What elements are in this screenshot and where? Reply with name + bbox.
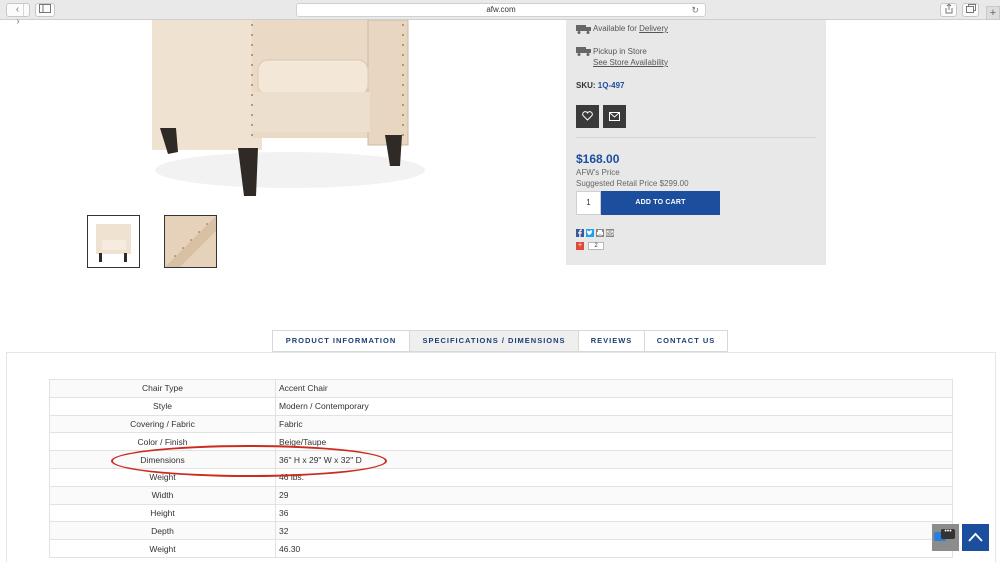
store-pickup-icon [576,47,591,56]
tabs-icon [965,4,976,13]
purchase-panel: Available for Delivery Pickup in Store S… [566,20,826,265]
table-row: Depth 32 [49,521,953,541]
panel-divider [576,137,816,138]
retail-price-line: Suggested Retail Price $299.00 [576,179,689,188]
sidebar-toggle-button[interactable] [35,3,55,17]
share-icon [945,3,952,14]
spec-value: 46 lbs. [275,467,953,487]
spec-value: Accent Chair [275,379,953,398]
back-button[interactable]: ‹ [12,4,23,16]
envelope-icon [609,112,620,121]
spec-key: Depth [49,521,276,541]
table-row: Weight 46.30 [49,539,953,558]
google-plus-button[interactable]: + [576,242,584,250]
chevron-up-icon [968,532,983,542]
store-availability-link[interactable]: See Store Availability [593,58,668,67]
retail-price-label: Suggested Retail Price [576,179,660,188]
spec-key: Style [49,396,276,416]
twitter-share-icon[interactable] [586,229,594,237]
email-share-icon[interactable] [606,229,614,237]
new-tab-button[interactable]: + [986,6,1000,20]
chat-widget-button[interactable]: ••• [932,524,959,551]
google-plus-count: 2 [588,242,604,250]
spec-key: Covering / Fabric [49,414,276,434]
spec-key: Weight [49,467,276,487]
product-main-image[interactable] [140,19,430,200]
thumbnail-fabric-detail [165,216,216,267]
spec-value: 29 [275,485,953,505]
spec-key: Dimensions [49,450,276,469]
spec-key: Weight [49,539,276,558]
spec-value: Modern / Contemporary [275,396,953,416]
delivery-truck-icon [576,25,591,34]
print-icon[interactable] [596,229,604,237]
facebook-share-icon[interactable] [576,229,584,237]
sku-label: SKU: [576,81,598,90]
spec-key: Height [49,503,276,523]
spec-key: Color / Finish [49,432,276,452]
thumbnail-1[interactable] [87,215,140,268]
tab-contact-us[interactable]: CONTACT US [644,330,728,352]
spec-value: 36" H x 29" W x 32" D [275,450,953,469]
table-row: Dimensions 36" H x 29" W x 32" D [49,450,953,469]
table-row: Style Modern / Contemporary [49,396,953,416]
spec-value: 46.30 [275,539,953,558]
tabs-overview-button[interactable] [962,3,979,17]
retail-price-value: $299.00 [659,179,689,188]
chat-dots-icon: ••• [941,528,955,539]
table-row: Width 29 [49,485,953,505]
thumbnail-chair-front [96,224,131,262]
sku-line: SKU: 1Q-497 [576,81,624,90]
tab-product-information[interactable]: PRODUCT INFORMATION [272,330,409,352]
quantity-input[interactable]: 1 [576,191,601,215]
table-row: Weight 46 lbs. [49,467,953,487]
pickup-label: Pickup in Store [593,47,647,56]
spec-key: Chair Type [49,379,276,398]
heart-icon [582,111,593,121]
spec-value: 36 [275,503,953,523]
browser-toolbar: ‹› afw.com ↻ + [0,0,1000,27]
specifications-table: Chair Type Accent Chair Style Modern / Con… [49,379,953,558]
spec-value: Fabric [275,414,953,434]
sidebar-icon [39,4,51,13]
add-to-cart-button[interactable]: ADD TO CART [601,191,720,215]
nav-buttons: ‹› [6,3,30,27]
delivery-availability: Available for Delivery [593,24,668,33]
page: ‹› afw.com ↻ + Available for Delivery Pi… [0,0,1000,562]
delivery-prefix: Available for [593,24,640,33]
afw-price-label: AFW's Price [576,168,620,177]
tab-reviews[interactable]: REVIEWS [578,330,644,352]
table-row: Color / Finish Beige/Taupe [49,432,953,452]
wishlist-button[interactable] [576,105,599,128]
spec-key: Width [49,485,276,505]
product-tabs: PRODUCT INFORMATION SPECIFICATIONS / DIM… [272,330,728,352]
spec-value: 32 [275,521,953,541]
sku-value: 1Q-497 [597,81,625,90]
url-text: afw.com [486,5,516,14]
share-button[interactable] [940,3,957,17]
forward-button[interactable]: › [13,16,24,28]
table-row: Covering / Fabric Fabric [49,414,953,434]
scroll-to-top-button[interactable] [962,524,989,551]
reload-icon[interactable]: ↻ [691,4,699,16]
delivery-link[interactable]: Delivery [639,24,668,33]
chair-illustration [152,19,425,196]
address-bar[interactable]: afw.com ↻ [296,3,706,17]
table-row: Height 36 [49,503,953,523]
tab-specifications-dimensions[interactable]: SPECIFICATIONS / DIMENSIONS [409,330,578,352]
afw-price: $168.00 [576,152,620,166]
email-button[interactable] [603,105,626,128]
spec-value: Beige/Taupe [275,432,953,452]
thumbnail-2[interactable] [164,215,217,268]
table-row: Chair Type Accent Chair [49,379,953,398]
